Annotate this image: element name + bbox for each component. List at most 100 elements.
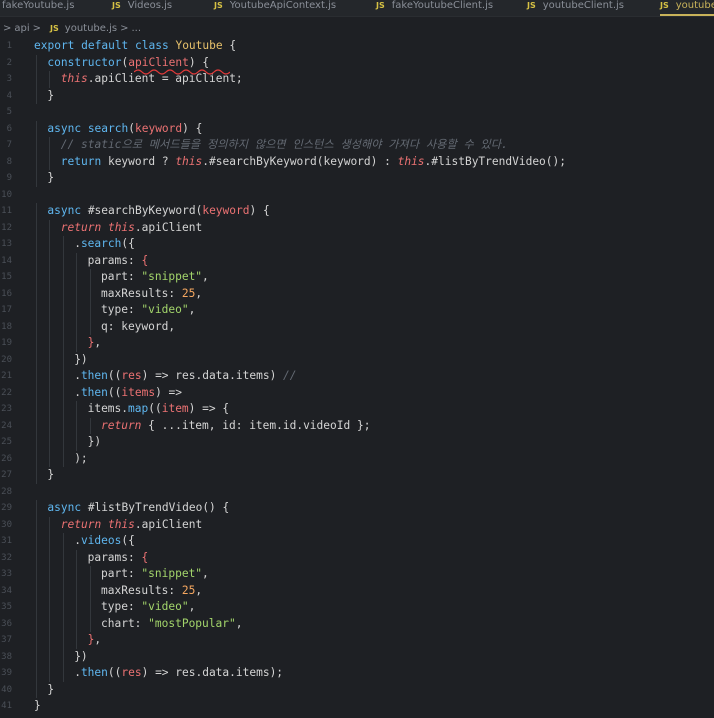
editor-tab[interactable]: JS fakeYoutubeClient.js xyxy=(376,0,493,16)
indent-guide xyxy=(49,137,51,154)
code-token: .apiClient xyxy=(134,517,203,531)
code-line[interactable]: 5 xyxy=(0,104,714,121)
code-token: (( xyxy=(107,385,122,399)
code-token: }) xyxy=(74,649,88,663)
code-line[interactable]: 12 return this.apiClient xyxy=(0,219,714,236)
code-token: res xyxy=(121,369,142,382)
code-line[interactable]: 2 constructor(apiClient) { xyxy=(0,54,714,71)
line-number: 8 xyxy=(6,156,12,167)
indent-guide xyxy=(49,599,51,616)
code-line[interactable]: 26); xyxy=(0,450,714,467)
code-line[interactable]: 13 .search({ xyxy=(0,236,714,253)
indent-guide xyxy=(36,648,37,665)
indent-guide xyxy=(49,252,51,269)
code-line[interactable]: 4} xyxy=(0,87,714,104)
indent-guide xyxy=(49,549,51,566)
tab-label: fakeYoutubeClient.js xyxy=(391,0,494,11)
editor-tab[interactable]: JS youtube xyxy=(660,0,714,16)
js-file-icon: JS xyxy=(527,1,536,10)
breadcrumb-file[interactable]: youtube.js xyxy=(65,23,117,34)
indent-guide xyxy=(49,384,51,401)
indent-guide xyxy=(36,170,37,187)
code-token: params: xyxy=(87,253,142,267)
editor-tab[interactable]: JS Videos.js xyxy=(112,0,172,16)
code-line[interactable]: 21 .then((res) => res.data.items) // xyxy=(0,368,714,385)
editor-tab[interactable]: JS YoutubeApiContext.js xyxy=(214,0,336,16)
code-line[interactable]: 8 return keyword ? this.#searchByKeyword(… xyxy=(0,153,714,171)
code-editor[interactable]: 1 export default class Youtube {2 construc… xyxy=(0,38,714,718)
code-line[interactable]: 41} xyxy=(0,698,714,715)
line-number: 22 xyxy=(1,387,12,398)
code-line[interactable]: 19}, xyxy=(0,335,714,352)
code-line[interactable]: 37}, xyxy=(0,632,714,649)
code-token: , xyxy=(195,286,203,300)
code-text: return keyword ? this.#searchByKeyword(k… xyxy=(61,154,566,171)
code-line[interactable]: 28 xyxy=(0,484,714,501)
code-line[interactable]: 6 async search(keyword) { xyxy=(0,120,714,137)
indent-guide xyxy=(62,450,64,467)
indent-guide xyxy=(49,335,51,352)
code-line[interactable]: 24 return { ...item, id: item.id.videoId … xyxy=(0,417,714,434)
indent-guide xyxy=(62,252,64,269)
code-token: "snippet" xyxy=(141,567,203,580)
code-text: }, xyxy=(88,632,102,649)
code-line[interactable]: 22 .then((items) => xyxy=(0,384,714,401)
code-line[interactable]: 32 params: { xyxy=(0,549,714,566)
indent-guide xyxy=(49,71,51,88)
breadcrumb-symbol[interactable]: ... xyxy=(132,23,142,34)
line-number: 1 xyxy=(6,41,12,51)
code-token: this xyxy=(397,154,425,168)
code-line[interactable]: 29 async #listByTrendVideo() { xyxy=(0,500,714,517)
code-line[interactable]: 36 chart: "mostPopular", xyxy=(0,615,714,632)
code-line[interactable]: 25}) xyxy=(0,434,714,451)
code-line[interactable]: 7 // static으로 메서드들을 정의하지 않으면 인스턴스 생성해야 가져… xyxy=(0,137,714,154)
indent-guide xyxy=(89,582,91,599)
editor-tab[interactable]: JS youtubeClient.js xyxy=(527,0,624,16)
code-line[interactable]: 20}) xyxy=(0,351,714,368)
indent-guide xyxy=(49,368,51,385)
code-line[interactable]: 3 this.apiClient = apiClient; xyxy=(0,71,714,88)
code-token: keyword xyxy=(202,204,250,217)
code-line[interactable]: 15 part: "snippet", xyxy=(0,269,714,286)
code-token: "video" xyxy=(141,303,189,316)
indent-guide xyxy=(36,71,37,88)
code-token: return xyxy=(60,220,108,234)
code-line[interactable]: 1 export default class Youtube { xyxy=(0,38,714,55)
code-line[interactable]: 40} xyxy=(0,681,714,698)
code-token: return xyxy=(60,154,108,168)
code-line[interactable]: 35 type: "video", xyxy=(0,599,714,616)
code-line[interactable]: 16 maxResults: 25, xyxy=(0,285,714,302)
code-line[interactable]: 17 type: "video", xyxy=(0,302,714,319)
indent-guide xyxy=(76,632,78,649)
code-line[interactable]: 11 async #searchByKeyword(keyword) { xyxy=(0,203,714,220)
code-line[interactable]: 27} xyxy=(0,467,714,484)
code-line[interactable]: 30 return this.apiClient xyxy=(0,516,714,533)
code-line[interactable]: 34 maxResults: 25, xyxy=(0,582,714,599)
indent-guide xyxy=(36,318,37,335)
code-line[interactable]: 18 q: keyword, xyxy=(0,318,714,335)
line-number: 11 xyxy=(1,206,12,216)
code-token: ({ xyxy=(121,237,135,250)
js-file-icon: JS xyxy=(376,1,385,10)
indent-guide xyxy=(36,54,37,71)
indent-guide xyxy=(49,582,51,599)
code-token: . xyxy=(74,385,81,399)
code-line[interactable]: 39 .then((res) => res.data.items); xyxy=(0,665,714,682)
editor-tab[interactable]: fakeYoutube.js xyxy=(2,0,74,16)
code-line[interactable]: 9} xyxy=(0,170,714,187)
code-line[interactable]: 33 part: "snippet", xyxy=(0,566,714,583)
indent-guide xyxy=(76,318,78,335)
code-line[interactable]: 10 xyxy=(0,187,714,204)
indent-guide xyxy=(62,417,64,434)
indent-guide xyxy=(36,681,37,698)
code-token: this xyxy=(107,220,135,234)
code-line[interactable]: 14 params: { xyxy=(0,252,714,269)
indent-guide xyxy=(76,302,78,319)
code-line[interactable]: 38}) xyxy=(0,648,714,665)
code-line[interactable]: 31 .videos({ xyxy=(0,533,714,550)
code-line[interactable]: 23 items.map((item) => { xyxy=(0,401,714,418)
code-token: then xyxy=(80,369,108,382)
breadcrumb-folder[interactable]: api xyxy=(14,23,29,34)
code-token: "mostPopular" xyxy=(148,616,236,630)
line-number: 15 xyxy=(1,272,12,282)
